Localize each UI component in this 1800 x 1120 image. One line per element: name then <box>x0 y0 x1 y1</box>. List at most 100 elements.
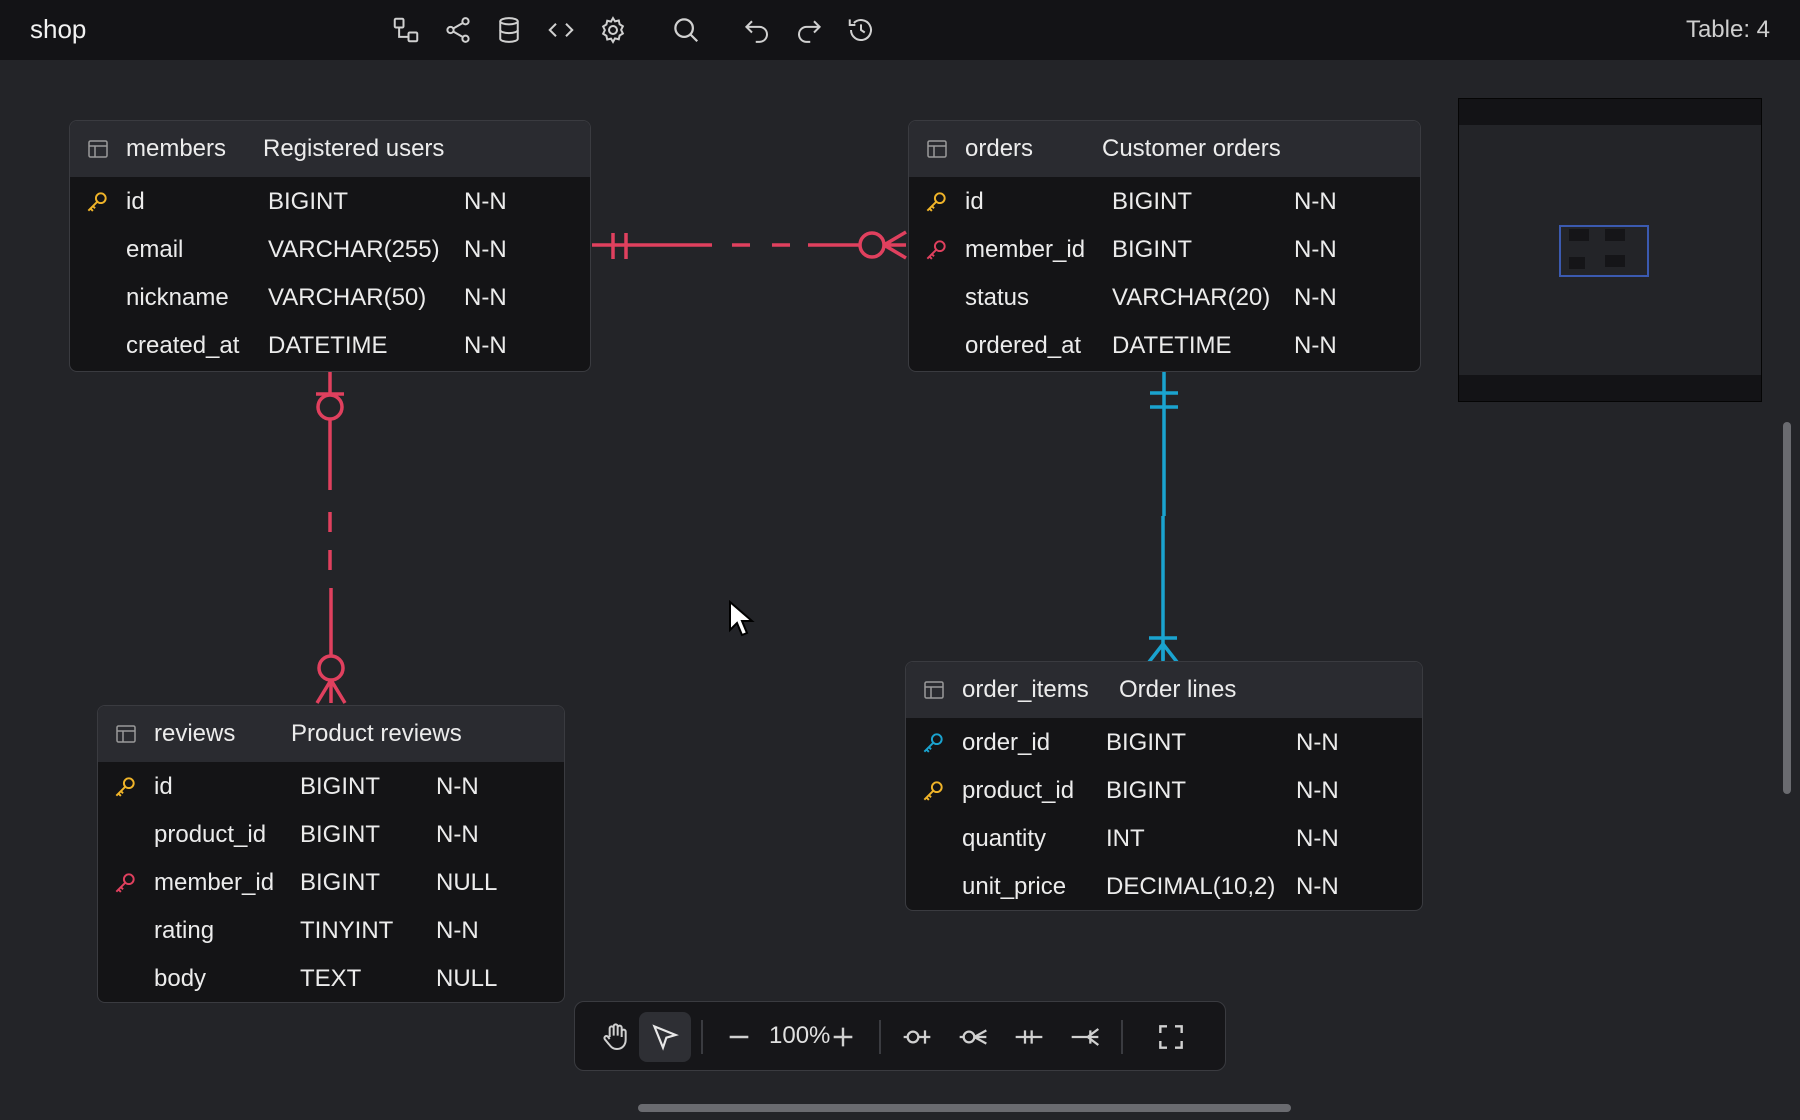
column-nullable: N-N <box>1296 873 1339 900</box>
one-only-icon[interactable] <box>1003 1012 1055 1062</box>
code-icon[interactable] <box>541 10 581 50</box>
history-icon[interactable] <box>841 10 881 50</box>
minimap-bottom-band <box>1459 375 1761 401</box>
share-icon[interactable] <box>438 10 478 50</box>
top-bar: shop Table: 4 <box>0 0 1800 60</box>
search-icon[interactable] <box>666 10 706 50</box>
column-name: email <box>126 236 184 263</box>
table-count: Table: 4 <box>1685 16 1770 43</box>
column-nullable: N-N <box>464 236 507 263</box>
column-type: BIGINT <box>1112 236 1193 263</box>
column-row[interactable]: rating TINYINT N-N <box>98 906 564 954</box>
table-icon <box>116 725 136 743</box>
column-nullable: NULL <box>436 869 498 896</box>
zoom-in-icon[interactable] <box>817 1012 869 1062</box>
column-nullable: N-N <box>464 332 507 359</box>
table-orders[interactable]: orders Customer orders id BIGINT N-N mem… <box>908 120 1421 372</box>
column-name: member_id <box>965 236 1086 263</box>
column-row[interactable]: ordered_at DATETIME N-N <box>909 321 1420 369</box>
relationship-members-orders <box>592 230 907 260</box>
column-row[interactable]: product_id BIGINT N-N <box>98 810 564 858</box>
column-name: ordered_at <box>965 332 1082 359</box>
column-row[interactable]: status VARCHAR(20) N-N <box>909 273 1420 321</box>
column-name: member_id <box>154 869 275 896</box>
column-row[interactable]: id BIGINT N-N <box>98 762 564 810</box>
database-icon[interactable] <box>489 10 529 50</box>
diagram-icon[interactable] <box>386 10 426 50</box>
table-order-items[interactable]: order_items Order lines order_id BIGINT … <box>905 661 1423 911</box>
column-name: product_id <box>154 821 267 848</box>
column-nullable: NULL <box>436 965 498 992</box>
primary-key-icon <box>115 777 135 797</box>
column-name: body <box>154 965 207 992</box>
primary-key-icon <box>87 192 107 212</box>
column-nullable: N-N <box>1296 777 1339 804</box>
table-members[interactable]: members Registered users id BIGINT N-N e… <box>69 120 591 372</box>
foreign-key-icon <box>115 873 135 893</box>
table-header[interactable]: orders Customer orders <box>909 121 1420 177</box>
column-type: INT <box>1106 825 1145 852</box>
identifying-key-icon <box>923 733 943 753</box>
column-row[interactable]: order_id BIGINT N-N <box>906 718 1422 766</box>
column-nullable: N-N <box>1294 284 1337 311</box>
minimap-viewport[interactable] <box>1559 225 1649 277</box>
table-name: order_items <box>962 676 1089 703</box>
table-header[interactable]: order_items Order lines <box>906 662 1422 718</box>
column-type: VARCHAR(50) <box>268 284 427 311</box>
undo-icon[interactable] <box>737 10 777 50</box>
column-row[interactable]: member_id BIGINT NULL <box>98 858 564 906</box>
column-row[interactable]: unit_price DECIMAL(10,2) N-N <box>906 862 1422 910</box>
column-row[interactable]: quantity INT N-N <box>906 814 1422 862</box>
table-icon <box>88 140 108 158</box>
column-row[interactable]: body TEXT NULL <box>98 954 564 1002</box>
table-header[interactable]: members Registered users <box>70 121 590 177</box>
column-name: product_id <box>962 777 1075 804</box>
minimap[interactable] <box>1458 98 1762 402</box>
column-name: id <box>154 773 173 800</box>
column-name: quantity <box>962 825 1047 852</box>
column-row[interactable]: created_at DATETIME N-N <box>70 321 590 369</box>
table-comment: Customer orders <box>1102 135 1281 162</box>
column-type: DATETIME <box>1112 332 1232 359</box>
column-type: TEXT <box>300 965 362 992</box>
toolbar-divider <box>701 1020 703 1054</box>
zero-or-one-icon[interactable] <box>891 1012 943 1062</box>
fullscreen-icon[interactable] <box>1145 1012 1197 1062</box>
column-nullable: N-N <box>1294 188 1337 215</box>
table-header[interactable]: reviews Product reviews <box>98 706 564 762</box>
column-row[interactable]: member_id BIGINT N-N <box>909 225 1420 273</box>
settings-icon[interactable] <box>593 10 633 50</box>
column-type: DATETIME <box>268 332 388 359</box>
redo-icon[interactable] <box>789 10 829 50</box>
vertical-scrollbar[interactable] <box>1783 422 1791 794</box>
horizontal-scrollbar[interactable] <box>638 1104 1291 1112</box>
column-row[interactable]: email VARCHAR(255) N-N <box>70 225 590 273</box>
relationship-members-reviews <box>315 372 347 704</box>
column-row[interactable]: nickname VARCHAR(50) N-N <box>70 273 590 321</box>
column-row[interactable]: id BIGINT N-N <box>909 177 1420 225</box>
column-name: id <box>126 188 145 215</box>
column-type: TINYINT <box>300 917 394 944</box>
column-row[interactable]: product_id BIGINT N-N <box>906 766 1422 814</box>
column-nullable: N-N <box>436 917 479 944</box>
column-type: BIGINT <box>1106 777 1187 804</box>
column-name: order_id <box>962 729 1051 756</box>
column-nullable: N-N <box>464 188 507 215</box>
column-nullable: N-N <box>436 773 479 800</box>
one-or-many-icon[interactable] <box>1059 1012 1111 1062</box>
column-type: DECIMAL(10,2) <box>1106 873 1276 900</box>
zero-or-many-icon[interactable] <box>947 1012 999 1062</box>
column-name: status <box>965 284 1030 311</box>
column-type: VARCHAR(255) <box>268 236 440 263</box>
foreign-key-icon <box>926 240 946 260</box>
hand-tool-icon[interactable] <box>589 1012 641 1062</box>
app-title[interactable]: shop <box>30 14 86 45</box>
pointer-tool-icon[interactable] <box>639 1012 691 1062</box>
table-reviews[interactable]: reviews Product reviews id BIGINT N-N pr… <box>97 705 565 1003</box>
column-name: created_at <box>126 332 240 359</box>
table-icon <box>927 140 947 158</box>
column-type: BIGINT <box>1112 188 1193 215</box>
bottom-toolbar: 100% <box>574 1001 1226 1071</box>
column-row[interactable]: id BIGINT N-N <box>70 177 590 225</box>
zoom-out-icon[interactable] <box>713 1012 765 1062</box>
